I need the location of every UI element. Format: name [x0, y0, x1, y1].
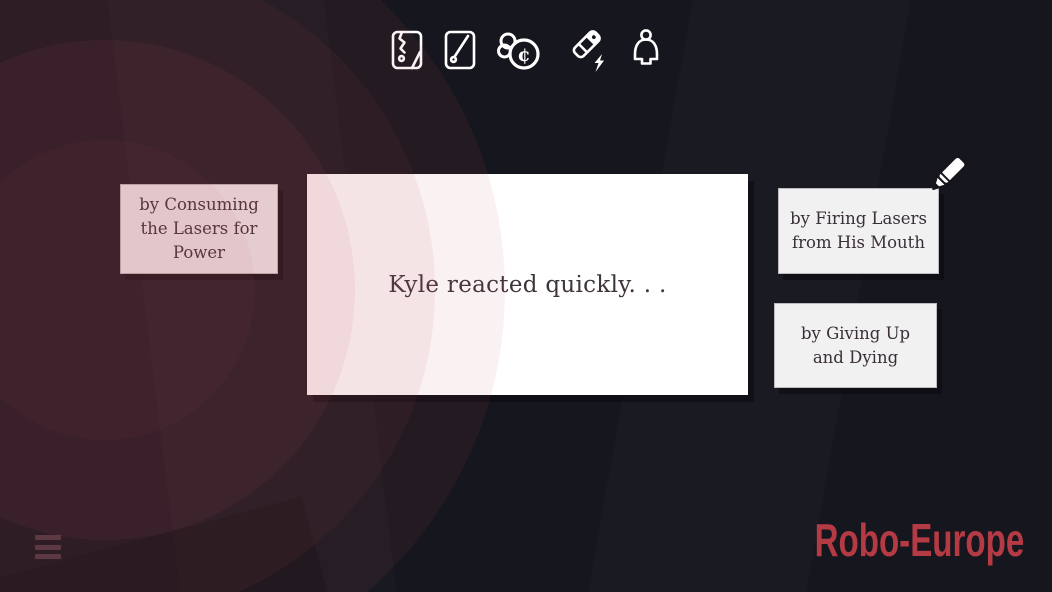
laser-icon: [560, 26, 612, 74]
card-icon: [442, 29, 478, 71]
menu-bar: [35, 554, 61, 559]
coins-button[interactable]: ¢: [495, 29, 543, 71]
game-screen: ¢ Kyle reacted quickly. . .: [0, 0, 1052, 592]
pencil-icon[interactable]: [926, 152, 970, 206]
story-title: Robo-Europe: [814, 513, 1024, 567]
choice-card-giving-up[interactable]: by Giving Up and Dying: [774, 303, 937, 388]
card-button[interactable]: [442, 29, 478, 71]
story-card: Kyle reacted quickly. . .: [307, 174, 748, 395]
choice-card-consuming-lasers[interactable]: by Consuming the Lasers for Power: [120, 184, 278, 274]
toolbar: ¢: [0, 25, 1052, 75]
menu-bar: [35, 535, 61, 540]
menu-button[interactable]: [35, 535, 61, 559]
laser-button[interactable]: [560, 26, 612, 74]
broken-card-button[interactable]: [389, 29, 425, 71]
bell-icon: [629, 27, 663, 73]
coins-icon: ¢: [495, 29, 543, 71]
broken-card-icon: [389, 29, 425, 71]
tint-circle: [0, 40, 355, 540]
bell-button[interactable]: [629, 27, 663, 73]
choice-card-firing-lasers[interactable]: by Firing Lasers from His Mouth: [778, 188, 939, 274]
cent-glyph: ¢: [517, 44, 530, 66]
story-prompt: Kyle reacted quickly. . .: [388, 272, 666, 298]
menu-bar: [35, 545, 61, 550]
